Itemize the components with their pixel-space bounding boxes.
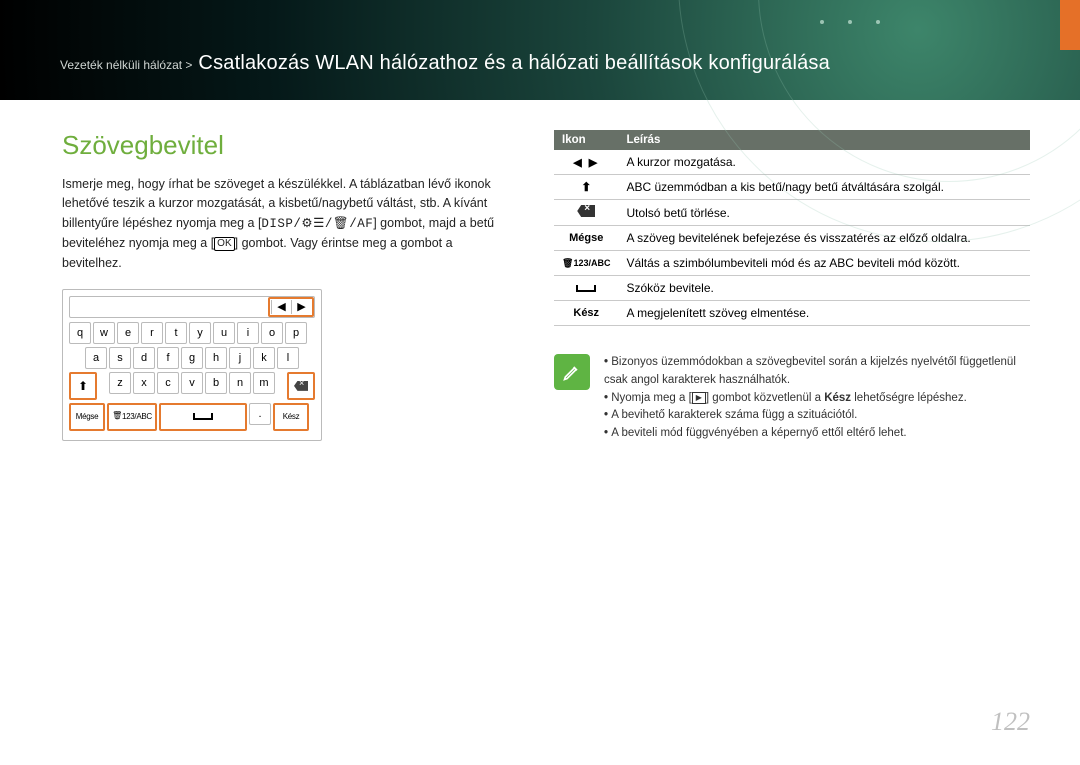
mode-label: 🗑123/ABC: [554, 251, 618, 276]
key-o[interactable]: o: [261, 322, 283, 344]
space-icon: [193, 413, 213, 420]
done-label: Kész: [554, 301, 618, 326]
backspace-icon: [294, 381, 308, 391]
mode-key[interactable]: 🗑123/ABC: [110, 406, 154, 428]
key-d[interactable]: d: [133, 347, 155, 369]
key-x[interactable]: x: [133, 372, 155, 394]
orange-tab: [1060, 0, 1080, 50]
keyboard-row-3: ⬆ z x c v b n m: [69, 372, 315, 400]
ok-button-icon: OK: [214, 237, 234, 251]
key-b[interactable]: b: [205, 372, 227, 394]
key-i[interactable]: i: [237, 322, 259, 344]
space-key[interactable]: [162, 406, 244, 428]
cancel-key[interactable]: Mégse: [72, 406, 102, 428]
key-m[interactable]: m: [253, 372, 275, 394]
key-y[interactable]: y: [189, 322, 211, 344]
cursor-right-button[interactable]: ▶: [291, 300, 311, 314]
key-q[interactable]: q: [69, 322, 91, 344]
table-row: Szóköz bevitele.: [554, 276, 1030, 301]
key-e[interactable]: e: [117, 322, 139, 344]
key-w[interactable]: w: [93, 322, 115, 344]
mode-desc: Váltás a szimbólumbeviteli mód és az ABC…: [618, 251, 1030, 276]
key-g[interactable]: g: [181, 347, 203, 369]
page-number: 122: [991, 707, 1030, 737]
key-a[interactable]: a: [85, 347, 107, 369]
breadcrumb-main: Csatlakozás WLAN hálózathoz és a hálózat…: [198, 52, 830, 75]
cursor-move-icon: ◀ ▶: [554, 150, 618, 175]
section-title: Szövegbevitel: [62, 130, 512, 161]
dot-key[interactable]: .: [249, 403, 271, 425]
th-icon: Ikon: [554, 130, 618, 150]
done-desc: A megjelenített szöveg elmentése.: [618, 301, 1030, 326]
play-button-icon: ▶: [692, 392, 706, 404]
breadcrumb-pre: Vezeték nélküli hálózat >: [60, 58, 192, 72]
note-item: Bizonyos üzemmódokban a szövegbevitel so…: [604, 354, 1030, 390]
key-u[interactable]: u: [213, 322, 235, 344]
key-v[interactable]: v: [181, 372, 203, 394]
breadcrumb: Vezeték nélküli hálózat > Csatlakozás WL…: [60, 52, 830, 75]
keyboard-row-1: q w e r t y u i o p: [69, 322, 315, 344]
keyboard-input-row: ◀ ▶: [69, 296, 315, 318]
note-item: A beviteli mód függvényében a képernyő e…: [604, 425, 1030, 443]
note-item: Nyomja meg a [▶] gombot közvetlenül a Ké…: [604, 390, 1030, 408]
key-p[interactable]: p: [285, 322, 307, 344]
backspace-icon: [577, 205, 595, 217]
table-row: Kész A megjelenített szöveg elmentése.: [554, 301, 1030, 326]
cancel-label: Mégse: [554, 226, 618, 251]
header-band: Vezeték nélküli hálózat > Csatlakozás WL…: [0, 0, 1080, 100]
space-desc: Szóköz bevitele.: [618, 276, 1030, 301]
disp-key-label: DISP/⚙☰/🗑/AF: [261, 217, 373, 231]
onscreen-keyboard: ◀ ▶ q w e r t y u i o p a s d f g: [62, 289, 322, 441]
key-c[interactable]: c: [157, 372, 179, 394]
backspace-cell: [554, 200, 618, 226]
intro-text: Ismerje meg, hogy írhat be szöveget a ké…: [62, 175, 512, 273]
text-field[interactable]: [70, 297, 268, 317]
key-f[interactable]: f: [157, 347, 179, 369]
note-item: A bevihető karakterek száma függ a szitu…: [604, 407, 1030, 425]
key-t[interactable]: t: [165, 322, 187, 344]
cursor-left-button[interactable]: ◀: [271, 300, 291, 314]
done-key[interactable]: Kész: [276, 406, 306, 428]
keyboard-row-4: Mégse 🗑123/ABC . Kész: [69, 403, 315, 431]
key-k[interactable]: k: [253, 347, 275, 369]
key-r[interactable]: r: [141, 322, 163, 344]
backspace-key[interactable]: [290, 375, 312, 397]
key-l[interactable]: l: [277, 347, 299, 369]
shift-icon: ⬆: [554, 175, 618, 200]
keyboard-row-2: a s d f g h j k l: [69, 347, 315, 369]
key-h[interactable]: h: [205, 347, 227, 369]
space-icon: [576, 285, 596, 292]
pen-icon: [554, 354, 590, 390]
note-box: Bizonyos üzemmódokban a szövegbevitel so…: [554, 354, 1030, 443]
decorative-dots: [820, 20, 880, 24]
table-row: 🗑123/ABC Váltás a szimbólumbeviteli mód …: [554, 251, 1030, 276]
key-s[interactable]: s: [109, 347, 131, 369]
space-cell: [554, 276, 618, 301]
shift-key[interactable]: ⬆: [72, 375, 94, 397]
key-n[interactable]: n: [229, 372, 251, 394]
key-z[interactable]: z: [109, 372, 131, 394]
key-j[interactable]: j: [229, 347, 251, 369]
